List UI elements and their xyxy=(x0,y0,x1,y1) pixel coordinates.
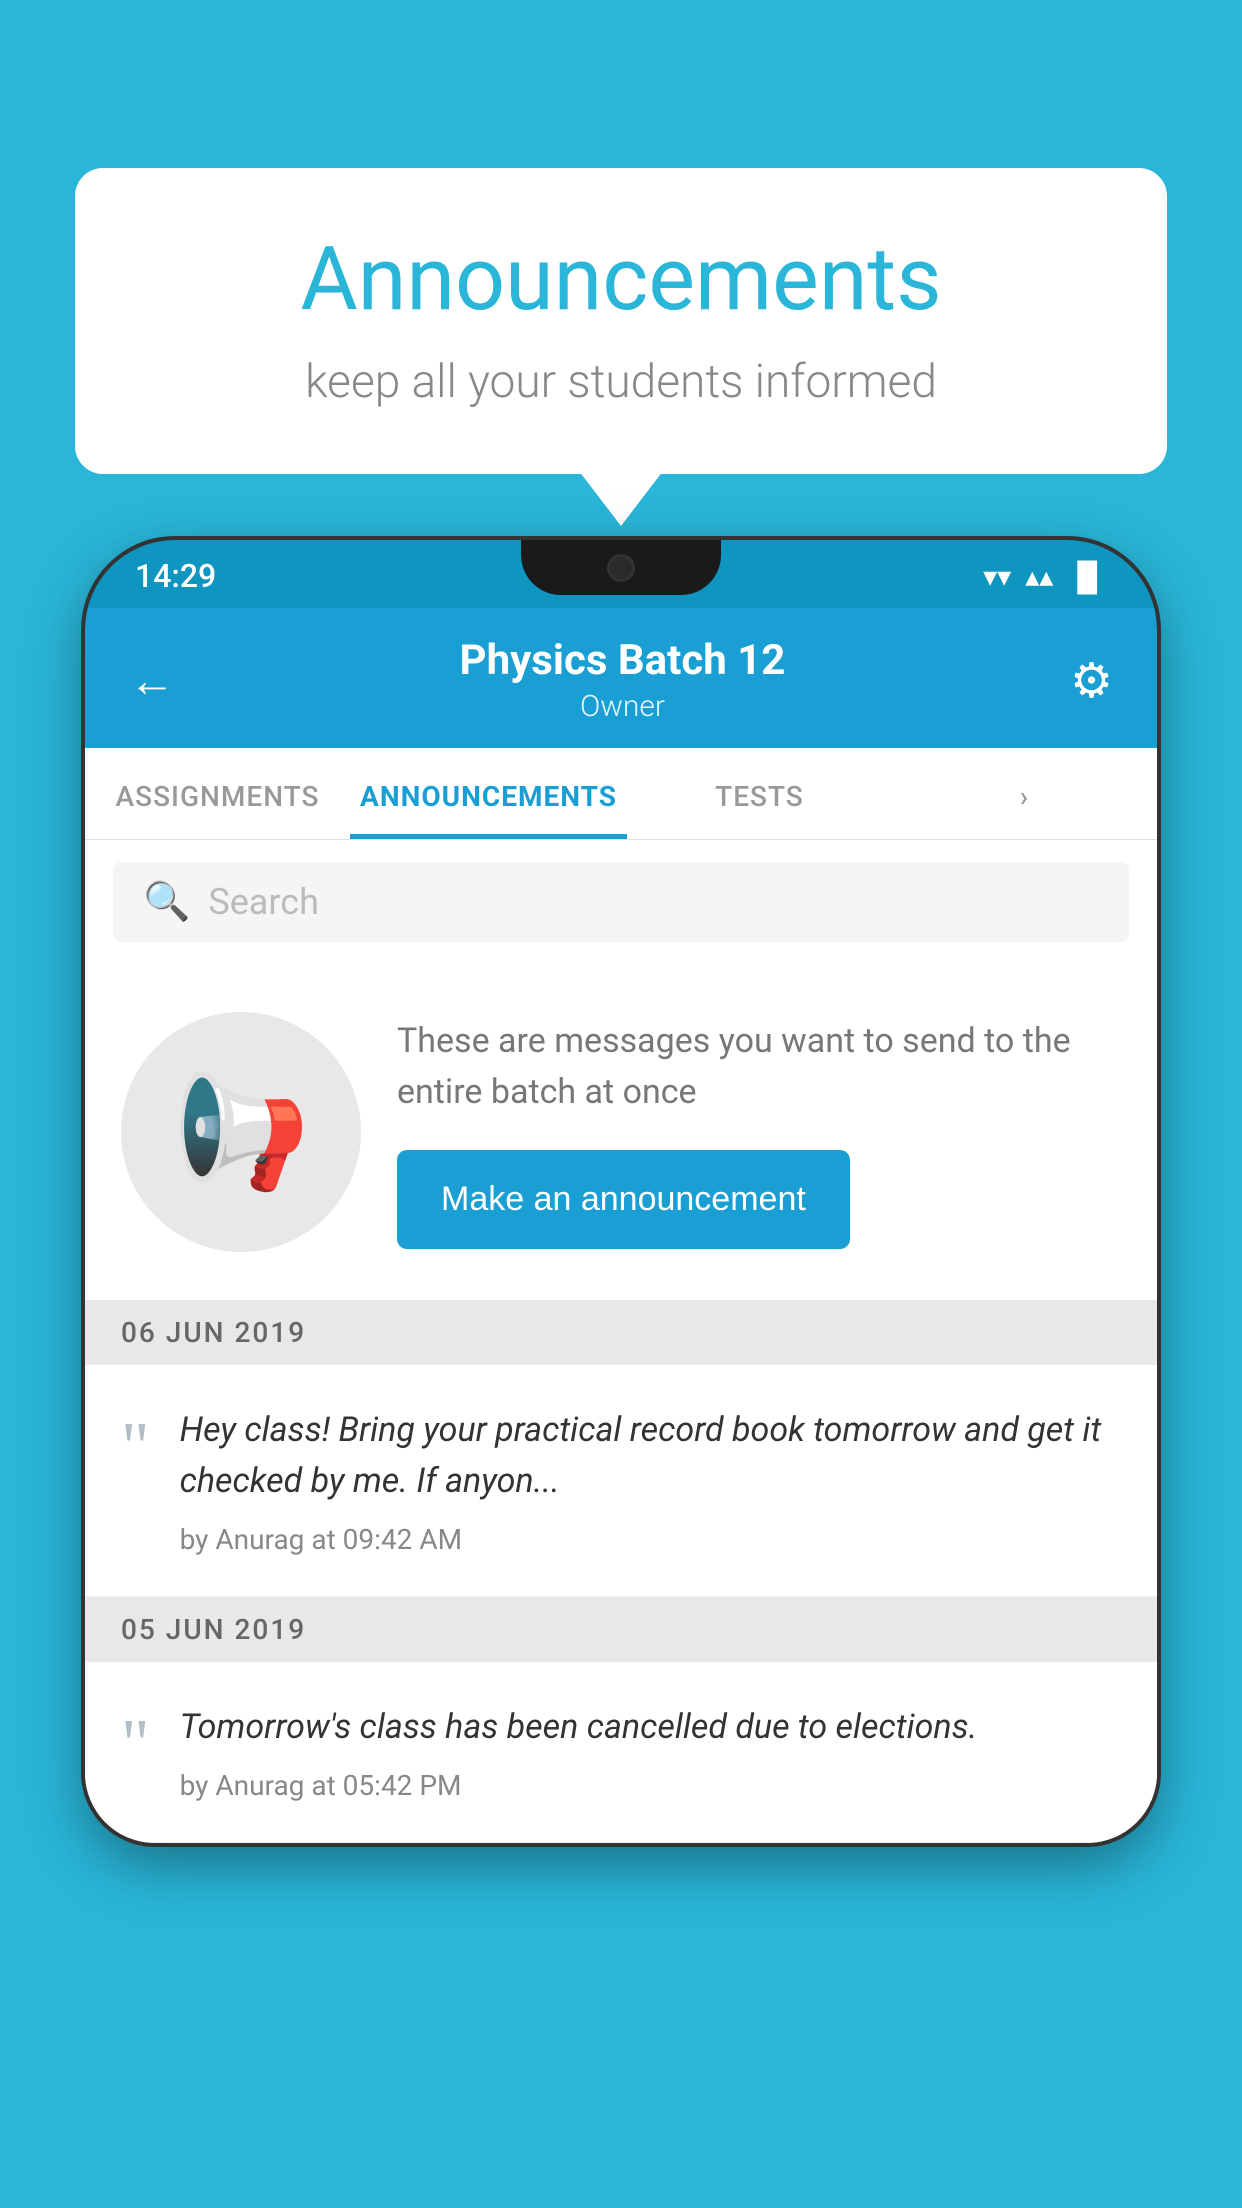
header-title-group: Physics Batch 12 Owner xyxy=(460,636,786,724)
batch-title: Physics Batch 12 xyxy=(460,636,786,685)
status-icons: ▾▾ ▴▴ ▐▌ xyxy=(983,560,1107,593)
phone-mockup: 14:29 ▾▾ ▴▴ ▐▌ ← Physics Batch 12 Owner … xyxy=(85,540,1157,2208)
make-announcement-button[interactable]: Make an announcement xyxy=(397,1150,850,1249)
back-button[interactable]: ← xyxy=(129,653,175,708)
phone-frame: 14:29 ▾▾ ▴▴ ▐▌ ← Physics Batch 12 Owner … xyxy=(85,540,1157,1843)
announcement-item-2[interactable]: " Tomorrow's class has been cancelled du… xyxy=(85,1662,1157,1843)
signal-icon: ▴▴ xyxy=(1025,560,1053,593)
battery-icon: ▐▌ xyxy=(1067,560,1107,593)
megaphone-circle: 📢 xyxy=(121,1012,361,1252)
quote-icon-2: " xyxy=(121,1710,150,1780)
search-bar[interactable]: 🔍 Search xyxy=(113,862,1129,942)
placeholder-description: These are messages you want to send to t… xyxy=(397,1016,1121,1118)
announcement-text-group-2: Tomorrow's class has been cancelled due … xyxy=(180,1702,1121,1802)
phone-notch xyxy=(521,540,721,595)
search-placeholder: Search xyxy=(208,881,319,923)
quote-icon-1: " xyxy=(121,1413,150,1483)
date-separator-1: 06 JUN 2019 xyxy=(85,1300,1157,1365)
tab-announcements[interactable]: ANNOUNCEMENTS xyxy=(350,748,627,839)
front-camera xyxy=(607,554,635,582)
bubble-title: Announcements xyxy=(155,228,1087,331)
search-icon: 🔍 xyxy=(143,880,190,924)
app-content: 🔍 Search 📢 These are messages you want t… xyxy=(85,840,1157,1843)
status-time: 14:29 xyxy=(135,557,216,595)
placeholder-right: These are messages you want to send to t… xyxy=(397,1016,1121,1249)
date-separator-2: 05 JUN 2019 xyxy=(85,1597,1157,1662)
tab-assignments[interactable]: ASSIGNMENTS xyxy=(85,748,350,839)
announcement-body-1: Hey class! Bring your practical record b… xyxy=(180,1405,1121,1507)
app-header: ← Physics Batch 12 Owner ⚙ xyxy=(85,608,1157,748)
announcement-placeholder: 📢 These are messages you want to send to… xyxy=(85,964,1157,1300)
wifi-icon: ▾▾ xyxy=(983,560,1011,593)
tabs-bar: ASSIGNMENTS ANNOUNCEMENTS TESTS › xyxy=(85,748,1157,840)
announcement-body-2: Tomorrow's class has been cancelled due … xyxy=(180,1702,1121,1753)
tab-more[interactable]: › xyxy=(892,748,1157,839)
owner-label: Owner xyxy=(460,689,786,724)
announcement-item-1[interactable]: " Hey class! Bring your practical record… xyxy=(85,1365,1157,1597)
speech-bubble-section: Announcements keep all your students inf… xyxy=(75,168,1167,474)
announcement-meta-1: by Anurag at 09:42 AM xyxy=(180,1523,1121,1556)
megaphone-icon: 📢 xyxy=(173,1068,310,1197)
tab-tests[interactable]: TESTS xyxy=(627,748,892,839)
announcement-meta-2: by Anurag at 05:42 PM xyxy=(180,1769,1121,1802)
search-container: 🔍 Search xyxy=(85,840,1157,964)
speech-bubble-card: Announcements keep all your students inf… xyxy=(75,168,1167,474)
announcement-text-group-1: Hey class! Bring your practical record b… xyxy=(180,1405,1121,1556)
settings-icon[interactable]: ⚙ xyxy=(1070,652,1113,709)
bubble-subtitle: keep all your students informed xyxy=(155,355,1087,409)
